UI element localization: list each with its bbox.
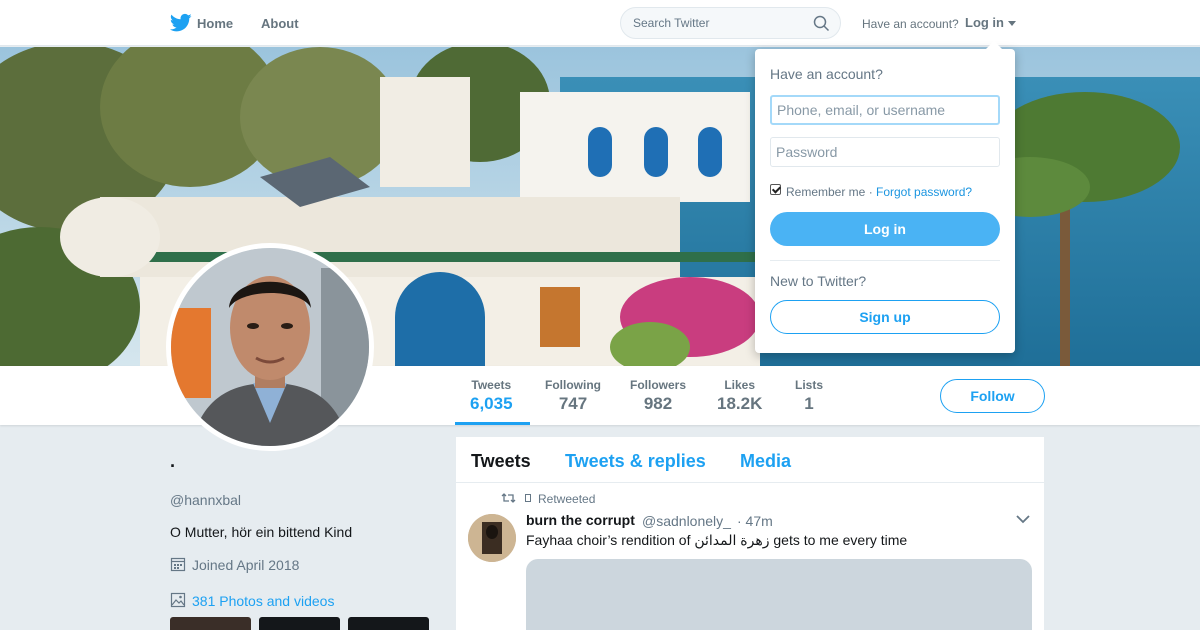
tab-tweets[interactable]: Tweets: [471, 451, 531, 472]
stat-value: 18.2K: [717, 394, 763, 413]
profile-handle[interactable]: @hannxbal: [170, 492, 241, 508]
stat-value: 1: [804, 394, 814, 413]
stat-value: 982: [643, 394, 673, 413]
photos-videos-link[interactable]: 381 Photos and videos: [192, 593, 334, 609]
remember-me-checkbox[interactable]: [770, 184, 781, 195]
joined-date: Joined April 2018: [192, 557, 300, 573]
username-field[interactable]: [770, 95, 1000, 125]
new-to-twitter-text: New to Twitter?: [770, 273, 867, 289]
stat-followers[interactable]: Followers 982: [630, 378, 686, 414]
retweet-icon: [501, 493, 516, 503]
media-thumbnail[interactable]: [259, 617, 340, 630]
profile-bio: O Mutter, hör ein bittend Kind: [170, 524, 353, 540]
top-navigation-bar: Home About Search Twitter Have an accoun…: [0, 0, 1200, 46]
chevron-down-icon[interactable]: [1008, 21, 1016, 26]
tab-tweets-and-replies[interactable]: Tweets & replies: [565, 451, 706, 472]
profile-display-name[interactable]: ·: [170, 456, 176, 477]
tweet-media[interactable]: [526, 559, 1032, 630]
divider: [770, 260, 1000, 261]
media-thumbnail[interactable]: [170, 617, 251, 630]
timeline-panel: Tweets Tweets & replies Media Retweeted …: [456, 437, 1044, 630]
forgot-password-link[interactable]: Forgot password?: [876, 185, 972, 199]
login-dropdown: Have an account? Remember me · Forgot pa…: [755, 41, 1015, 353]
search-icon[interactable]: [813, 15, 830, 32]
stat-label: Followers: [630, 378, 687, 392]
tweet-text: Fayhaa choir’s rendition of زهرة المدائن…: [526, 532, 908, 548]
signup-button[interactable]: Sign up: [770, 300, 1000, 334]
search-box[interactable]: Search Twitter: [620, 7, 841, 39]
have-account-text: Have an account?: [862, 17, 959, 31]
password-field[interactable]: [770, 137, 1000, 167]
search-input[interactable]: Search Twitter: [633, 16, 709, 30]
tweet-timestamp[interactable]: · 47m: [737, 513, 773, 529]
stat-label: Tweets: [471, 378, 512, 392]
chevron-down-icon[interactable]: [1016, 515, 1030, 524]
stat-value: 6,035: [470, 394, 513, 413]
stat-value: 747: [558, 394, 588, 413]
login-menu-link[interactable]: Log in: [965, 15, 1004, 30]
tweet-author-name[interactable]: burn the corrupt: [526, 512, 635, 528]
stat-label: Likes: [724, 378, 756, 392]
tweet-author-avatar[interactable]: [468, 514, 516, 562]
calendar-icon: [170, 557, 186, 572]
retweeted-label: Retweeted: [538, 492, 596, 506]
timeline-tabs: Tweets Tweets & replies Media: [456, 437, 1044, 483]
tab-media[interactable]: Media: [740, 451, 791, 472]
stat-lists[interactable]: Lists 1: [795, 378, 823, 414]
login-button[interactable]: Log in: [770, 212, 1000, 246]
stat-likes[interactable]: Likes 18.2K: [717, 378, 762, 414]
stat-label: Following: [545, 378, 601, 392]
nav-about-link[interactable]: About: [261, 16, 299, 31]
pin-icon: [525, 494, 531, 502]
nav-home-link[interactable]: Home: [197, 16, 233, 31]
image-icon: [170, 592, 186, 608]
twitter-bird-icon[interactable]: [170, 13, 192, 33]
stat-tweets[interactable]: Tweets 6,035: [470, 378, 513, 414]
profile-avatar[interactable]: [166, 243, 374, 451]
stat-following[interactable]: Following 747: [545, 378, 601, 414]
media-thumbnail[interactable]: [348, 617, 429, 630]
dropdown-arrow: [986, 41, 1002, 49]
remember-me-label[interactable]: Remember me ·: [786, 185, 873, 199]
follow-button[interactable]: Follow: [940, 379, 1045, 413]
stat-label: Lists: [795, 378, 824, 392]
login-heading: Have an account?: [770, 66, 883, 82]
active-tab-indicator: [455, 422, 530, 425]
tweet-author-handle[interactable]: @sadnlonely_: [642, 513, 731, 529]
